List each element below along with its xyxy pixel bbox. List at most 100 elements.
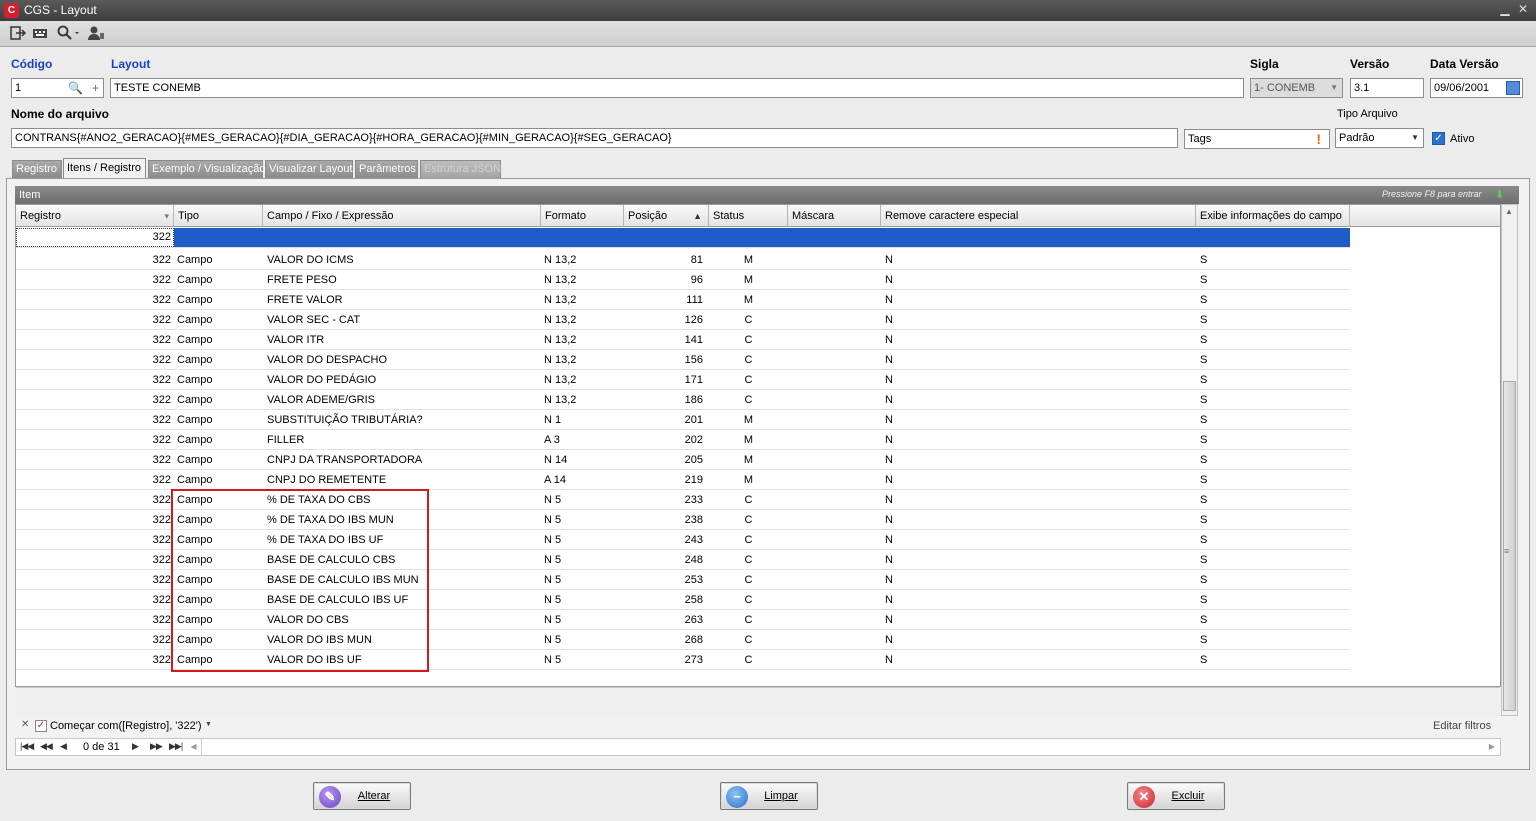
table-row[interactable]: 322 Campo VALOR SEC - CAT N 13,2 126 C N S	[16, 310, 1350, 330]
data-versao-input[interactable]: 09/06/2001	[1430, 78, 1523, 98]
table-row[interactable]: 322 Campo CNPJ DA TRANSPORTADORA N 14 205 M N S	[16, 450, 1350, 470]
column-header-mascara[interactable]: Máscara	[788, 205, 881, 227]
filter-icon[interactable]: ▾	[164, 205, 169, 226]
arrow-down-icon[interactable]: ⬇	[1495, 188, 1504, 201]
chevron-down-icon[interactable]: ▼	[205, 721, 212, 728]
remove-caractere-cell: N	[885, 514, 893, 526]
table-row[interactable]: 322 Campo VALOR ADEME/GRIS N 13,2 186 C N S	[16, 390, 1350, 410]
column-header-status[interactable]: Status	[709, 205, 788, 227]
layout-input[interactable]: TESTE CONEMB	[110, 78, 1244, 98]
search-dropdown-icon[interactable]	[56, 25, 82, 43]
table-row[interactable]: 322 Campo FRETE PESO N 13,2 96 M N S	[16, 270, 1350, 290]
remove-caractere-cell: N	[885, 614, 893, 626]
exibe-info-cell: S	[1200, 534, 1208, 546]
scroll-left-icon[interactable]: ◀	[186, 739, 202, 755]
nome-arquivo-input[interactable]: CONTRANS{#ANO2_GERACAO}{#MES_GERACAO}{#D…	[11, 128, 1178, 148]
column-header-formato[interactable]: Formato	[541, 205, 624, 227]
group-hint: Pressione F8 para entrar	[1382, 189, 1482, 199]
scroll-right-icon[interactable]: ▶	[1484, 739, 1500, 755]
search-icon[interactable]: 🔍	[68, 79, 83, 97]
status-cell: C	[744, 374, 753, 386]
new-item-registro-input[interactable]: 322	[16, 228, 174, 247]
remove-caractere-cell: N	[885, 474, 893, 486]
campo-cell: SUBSTITUIÇÃO TRIBUTÁRIA?	[267, 414, 423, 426]
remove-caractere-cell: N	[885, 554, 893, 566]
table-row[interactable]: 322 Campo FILLER A 3 202 M N S	[16, 430, 1350, 450]
vertical-scrollbar[interactable]: ▲ ≡	[1501, 204, 1518, 716]
excluir-button[interactable]: ✕ Excluir	[1127, 782, 1225, 810]
tab-visualizar-layout[interactable]: Visualizar Layout	[265, 160, 353, 178]
mascara-cell	[788, 490, 881, 510]
last-page-icon[interactable]: ▶▶|	[169, 741, 183, 752]
table-row[interactable]: 322 Campo VALOR DO DESPACHO N 13,2 156 C N S	[16, 350, 1350, 370]
exibe-info-cell: S	[1200, 454, 1208, 466]
sort-asc-icon[interactable]: ▲	[693, 205, 702, 226]
window-title: CGS - Layout	[24, 3, 97, 17]
tab-exemplo-visualizacao[interactable]: Exemplo / Visualização	[148, 160, 266, 178]
grid-footer-area	[16, 687, 1500, 716]
campo-cell: VALOR DO ICMS	[267, 254, 354, 266]
user-icon[interactable]	[87, 25, 105, 43]
table-row[interactable]: 322 Campo VALOR DO ICMS N 13,2 81 M N S	[16, 250, 1350, 270]
table-row[interactable]: 322 Campo FRETE VALOR N 13,2 111 M N S	[16, 290, 1350, 310]
limpar-button[interactable]: − Limpar	[720, 782, 818, 810]
keyboard-icon[interactable]	[32, 25, 50, 43]
status-cell: C	[744, 554, 753, 566]
registro-cell: 322	[152, 254, 171, 266]
tab-itens-registro[interactable]: Itens / Registro	[63, 158, 146, 178]
posicao-cell: 201	[684, 414, 703, 426]
filter-text[interactable]: Começar com([Registro], '322')	[50, 720, 202, 732]
formato-cell: N 14	[544, 454, 568, 466]
codigo-input[interactable]: 1 🔍 +	[11, 78, 104, 98]
exibe-info-cell: S	[1200, 634, 1208, 646]
tipo-arquivo-select[interactable]: Padrão ▼	[1335, 128, 1424, 148]
campo-cell: VALOR ADEME/GRIS	[267, 394, 375, 406]
mascara-cell	[788, 270, 881, 290]
first-page-icon[interactable]: |◀◀	[20, 741, 34, 752]
column-header-posicao[interactable]: Posição ▲	[624, 205, 709, 227]
excluir-label: Excluir	[1171, 790, 1205, 802]
tab-parametros[interactable]: Parâmetros	[355, 160, 418, 178]
mascara-cell	[788, 530, 881, 550]
add-icon[interactable]: +	[92, 79, 99, 97]
sigla-select: 1- CONEMB ▼	[1250, 78, 1343, 98]
close-button[interactable]: ✕	[1516, 2, 1530, 16]
formato-cell: N 5	[544, 654, 562, 666]
versao-input[interactable]: 3.1	[1350, 78, 1424, 98]
ativo-checkbox[interactable]: ✓	[1432, 132, 1445, 145]
next-record-icon[interactable]: ▶	[132, 741, 139, 752]
minimize-button[interactable]: ▁	[1498, 2, 1512, 16]
mascara-cell	[788, 410, 881, 430]
posicao-cell: 219	[684, 474, 703, 486]
posicao-cell: 243	[684, 534, 703, 546]
column-header-exibe-info[interactable]: Exibe informações do campo	[1196, 205, 1350, 227]
table-row[interactable]: 322 Campo SUBSTITUIÇÃO TRIBUTÁRIA? N 1 201 M N…	[16, 410, 1350, 430]
data-versao-value: 09/06/2001	[1434, 82, 1490, 94]
column-header-remove-caractere[interactable]: Remove caractere especial	[881, 205, 1196, 227]
close-filter-icon[interactable]: ✕	[21, 719, 29, 730]
scroll-up-icon[interactable]: ▲	[1505, 207, 1513, 216]
tags-input[interactable]: Tags !	[1184, 129, 1330, 149]
exit-icon[interactable]	[9, 25, 27, 43]
exibe-info-cell: S	[1200, 294, 1208, 306]
tab-registro[interactable]: Registro	[12, 160, 62, 178]
column-header-registro[interactable]: Registro ▾	[16, 205, 174, 227]
column-header-campo[interactable]: Campo / Fixo / Expressão	[263, 205, 541, 227]
prev-page-icon[interactable]: ◀◀	[40, 741, 53, 752]
filter-checkbox[interactable]: ✓	[35, 720, 47, 732]
table-row[interactable]: 322 Campo CNPJ DO REMETENTE A 14 219 M N S	[16, 470, 1350, 490]
calendar-icon[interactable]	[1506, 81, 1520, 95]
prev-record-icon[interactable]: ◀	[60, 741, 67, 752]
table-row[interactable]: 322 Campo VALOR ITR N 13,2 141 C N S	[16, 330, 1350, 350]
status-cell: M	[743, 434, 754, 446]
new-item-row[interactable]: 322	[16, 227, 1350, 248]
exibe-info-cell: S	[1200, 414, 1208, 426]
campo-cell: CNPJ DO REMETENTE	[267, 474, 387, 486]
column-header-tipo[interactable]: Tipo	[174, 205, 263, 227]
table-row[interactable]: 322 Campo VALOR DO PEDÁGIO N 13,2 171 C N S	[16, 370, 1350, 390]
edit-filters-link[interactable]: Editar filtros	[1433, 720, 1491, 732]
next-page-icon[interactable]: ▶▶	[150, 741, 163, 752]
posicao-cell: 111	[686, 294, 703, 306]
campo-cell: FRETE PESO	[267, 274, 337, 286]
alterar-button[interactable]: ✎ Alterar	[313, 782, 411, 810]
